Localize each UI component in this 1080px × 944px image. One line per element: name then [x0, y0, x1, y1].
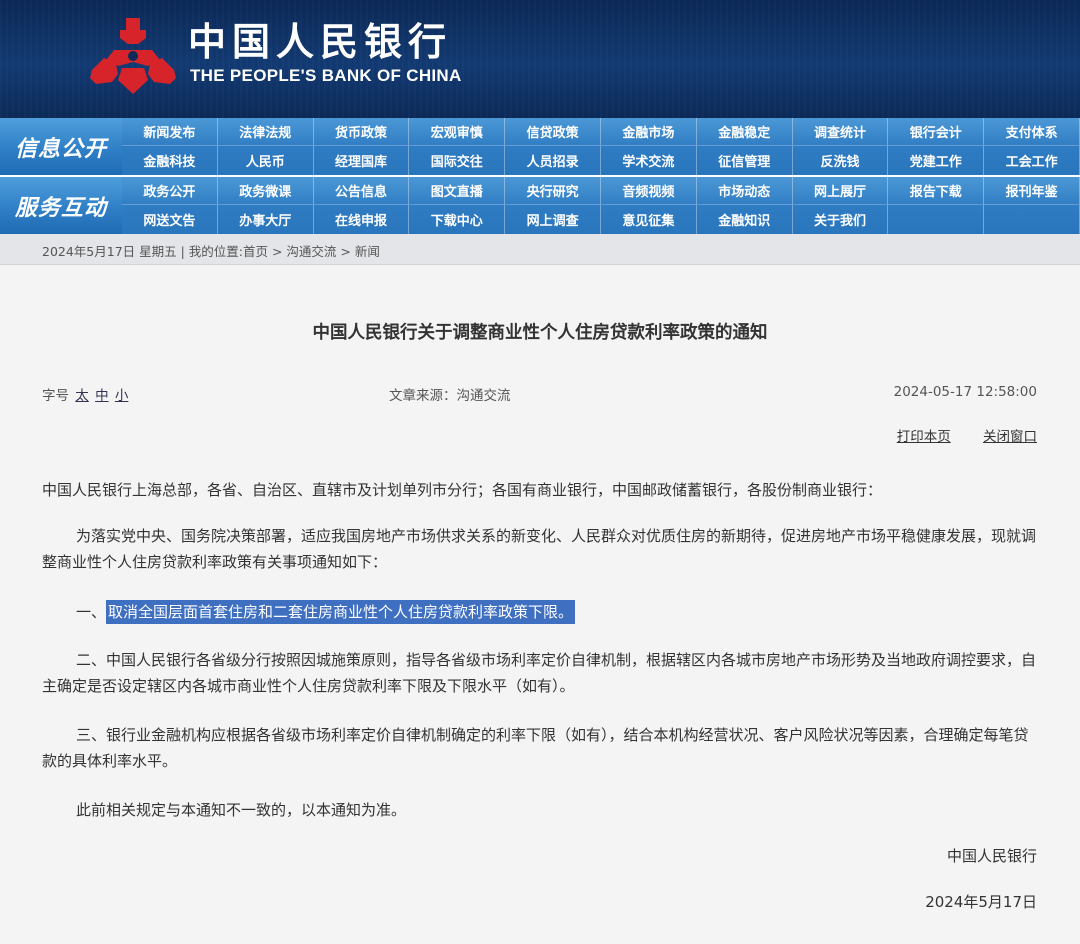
header-banner: 中国人民银行 THE PEOPLE'S BANK OF CHINA	[0, 0, 1080, 118]
nav-info-item[interactable]: 党建工作	[888, 146, 985, 175]
bank-name-en: THE PEOPLE'S BANK OF CHINA	[190, 66, 462, 85]
article-tools: 打印本页 关闭窗口	[869, 425, 1037, 445]
nav-info-section: 信息公开 新闻发布 法律法规 货币政策 宏观审慎 信贷政策 金融市场 金融稳定 调查统计 银行会…	[0, 118, 1080, 175]
nav-service-section: 服务互动 政务公开 政务微课 公告信息 图文直播 央行研究 音频视频 市场动态 网上展厅 报告下…	[0, 177, 1080, 234]
article-title: 中国人民银行关于调整商业性个人住房贷款利率政策的通知	[312, 323, 768, 343]
signature-org: 中国人民银行	[946, 847, 1037, 865]
nav-info-item[interactable]: 征信管理	[697, 146, 793, 175]
nav-service-item[interactable]: 市场动态	[696, 177, 793, 205]
close-window-link[interactable]: 关闭窗口	[983, 429, 1037, 445]
nav-info-item[interactable]: 新闻发布	[122, 118, 218, 146]
item-2-paragraph: 二、中国人民银行各省级分行按照因城施策原则，指导各省级市场利率定价自律机制，根据…	[42, 651, 1037, 695]
nav-service-item[interactable]: 金融知识	[697, 205, 793, 234]
nav-info-item[interactable]: 经理国库	[314, 146, 410, 175]
bank-name-cn: 中国人民银行	[188, 19, 453, 64]
nav-info-item[interactable]: 货币政策	[313, 118, 410, 146]
item-1-paragraph: 一、 取消全国层面首套住房和二套住房商业性个人住房贷款利率政策下限。	[42, 599, 1037, 625]
nav-info-item[interactable]: 反洗钱	[793, 146, 889, 175]
nav-info-item[interactable]: 人员招录	[505, 146, 601, 175]
nav-info-item[interactable]: 学术交流	[601, 146, 697, 175]
nav-info-item[interactable]: 金融市场	[601, 118, 697, 146]
nav-info-item[interactable]: 金融稳定	[696, 118, 793, 146]
nav-service-item[interactable]: 图文直播	[409, 177, 506, 205]
closing-paragraph: 此前相关规定与本通知不一致的，以本通知为准。	[76, 801, 407, 819]
nav-info-item[interactable]: 工会工作	[984, 146, 1080, 175]
nav-service-item[interactable]: 网上展厅	[792, 177, 889, 205]
nav-service-item[interactable]: 在线申报	[314, 205, 410, 234]
nav-service-item[interactable]: 公告信息	[313, 177, 410, 205]
nav-info-label[interactable]: 信息公开	[0, 118, 122, 175]
nav-service-item[interactable]: 下载中心	[409, 205, 506, 234]
signature-date: 2024年5月17日	[925, 893, 1037, 911]
article-datetime: 2024-05-17 12:58:00	[893, 384, 1037, 400]
nav-info-item[interactable]: 国际交往	[409, 146, 506, 175]
item-1-prefix: 一、	[76, 603, 107, 621]
nav-service-item[interactable]: 政务公开	[122, 177, 218, 205]
nav-info-item[interactable]: 信贷政策	[505, 118, 601, 146]
article-page: 中国人民银行关于调整商业性个人住房贷款利率政策的通知 字号 太 中 小 文章来源…	[0, 265, 1080, 944]
item-1-highlighted-text[interactable]: 取消全国层面首套住房和二套住房商业性个人住房贷款利率政策下限。	[106, 600, 576, 624]
font-small-link[interactable]: 小	[115, 388, 129, 404]
nav-info-item[interactable]: 宏观审慎	[409, 118, 506, 146]
nav-info-item[interactable]: 支付体系	[984, 118, 1080, 146]
nav-info-grid: 新闻发布 法律法规 货币政策 宏观审慎 信贷政策 金融市场 金融稳定 调查统计 银行会计 支付体系…	[122, 118, 1080, 175]
nav-service-grid: 政务公开 政务微课 公告信息 图文直播 央行研究 音频视频 市场动态 网上展厅 报告下载 报刊年鉴…	[122, 177, 1080, 234]
item-3-paragraph: 三、银行业金融机构应根据各省级市场利率定价自律机制确定的利率下限（如有），结合本…	[42, 726, 1029, 770]
article-meta: 字号 太 中 小 文章来源：沟通交流 2024-05-17 12:58:00	[42, 384, 1037, 404]
nav-service-item[interactable]: 关于我们	[793, 205, 889, 234]
font-large-link[interactable]: 太	[75, 388, 89, 404]
pboc-emblem-icon[interactable]	[88, 16, 178, 96]
breadcrumb: 2024年5月17日 星期五 | 我的位置:首页 > 沟通交流 > 新闻	[42, 244, 380, 259]
nav-service-item[interactable]: 网送文告	[122, 205, 218, 234]
nav-service-item[interactable]: 音频视频	[601, 177, 697, 205]
nav-service-empty-cell	[984, 205, 1080, 234]
nav-info-item[interactable]: 人民币	[218, 146, 314, 175]
nav-service-item[interactable]: 报告下载	[888, 177, 985, 205]
nav-service-item[interactable]: 报刊年鉴	[984, 177, 1080, 205]
font-size-label: 字号	[42, 388, 69, 404]
print-page-link[interactable]: 打印本页	[897, 429, 951, 445]
nav-service-item[interactable]: 网上调查	[505, 205, 601, 234]
breadcrumb-bar: 2024年5月17日 星期五 | 我的位置:首页 > 沟通交流 > 新闻	[0, 234, 1080, 265]
nav-info-item[interactable]: 银行会计	[888, 118, 985, 146]
nav-info-item[interactable]: 调查统计	[792, 118, 889, 146]
nav-service-label[interactable]: 服务互动	[0, 177, 122, 234]
nav-service-item[interactable]: 办事大厅	[218, 205, 314, 234]
main-nav: 信息公开 新闻发布 法律法规 货币政策 宏观审慎 信贷政策 金融市场 金融稳定 调查统计 银行会…	[0, 118, 1080, 234]
font-size-controls: 字号 太 中 小	[42, 384, 128, 404]
nav-service-item[interactable]: 意见征集	[601, 205, 697, 234]
nav-service-item[interactable]: 政务微课	[217, 177, 314, 205]
article-source: 文章来源：沟通交流	[389, 388, 511, 404]
nav-info-item[interactable]: 金融科技	[122, 146, 218, 175]
intro-paragraph: 为落实党中央、国务院决策部署，适应我国房地产市场供求关系的新变化、人民群众对优质…	[42, 527, 1037, 571]
nav-service-empty-cell	[888, 205, 985, 234]
recipients-paragraph: 中国人民银行上海总部，各省、自治区、直辖市及计划单列市分行；各国有商业银行，中国…	[42, 481, 883, 499]
nav-info-item[interactable]: 法律法规	[217, 118, 314, 146]
nav-service-item[interactable]: 央行研究	[505, 177, 601, 205]
font-medium-link[interactable]: 中	[95, 388, 109, 404]
